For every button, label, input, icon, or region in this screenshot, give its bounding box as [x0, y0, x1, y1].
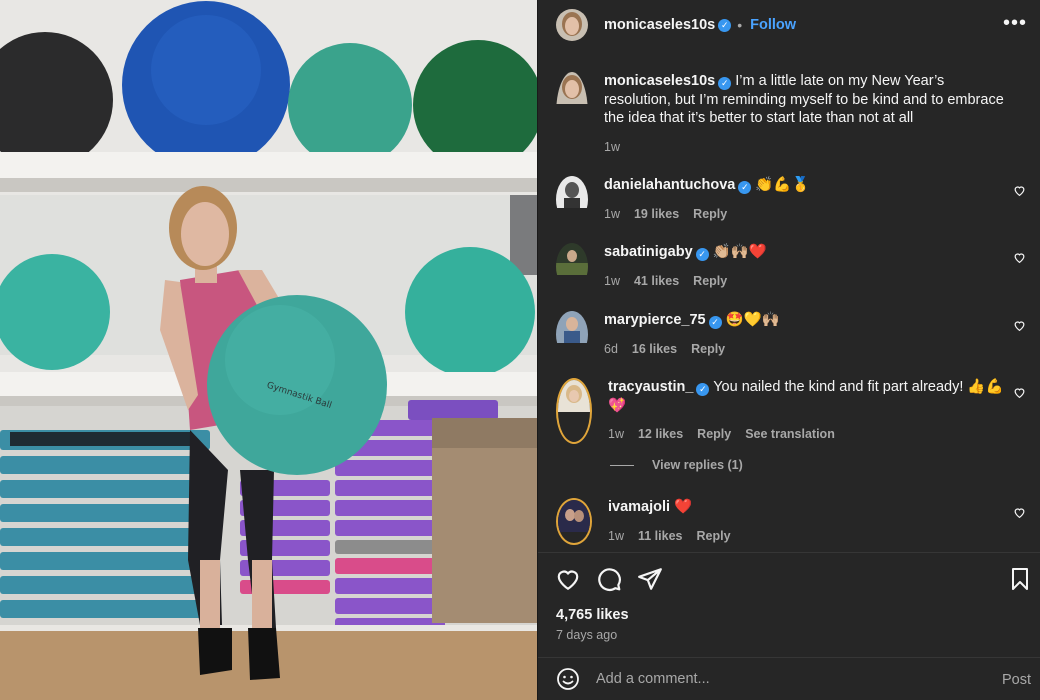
post-caption: monicaseles10s ✓ I’m a little late on my … — [556, 72, 1026, 156]
view-replies-label: View replies (1) — [652, 458, 743, 472]
heart-icon[interactable] — [555, 566, 581, 592]
comment-time: 1w — [608, 427, 624, 441]
commenter-avatar[interactable] — [556, 243, 588, 290]
reply-button[interactable]: Reply — [696, 527, 730, 546]
post-actions — [538, 552, 1040, 602]
comment-text: ❤️ — [674, 499, 693, 515]
comment-likes[interactable]: 16 likes — [632, 340, 677, 359]
verified-badge-icon: ✓ — [718, 18, 732, 32]
comment-time: 6d — [604, 341, 618, 356]
comment-username[interactable]: danielahantuchova — [604, 177, 735, 193]
separator-dot: • — [737, 17, 743, 33]
comment-like-heart-icon[interactable] — [1013, 184, 1026, 197]
commenter-avatar[interactable] — [556, 176, 588, 223]
comment-like-heart-icon[interactable] — [1013, 319, 1026, 332]
verified-badge-icon: ✓ — [696, 383, 710, 396]
reply-button[interactable]: Reply — [693, 272, 727, 291]
comment-like-heart-icon[interactable] — [1013, 386, 1026, 399]
verified-badge-icon: ✓ — [708, 316, 722, 329]
comment-item: ivamajoli ❤️ 1w 11 likes Reply — [556, 498, 1026, 545]
like-count[interactable]: 4,765 likes — [556, 607, 629, 623]
replies-divider — [610, 464, 634, 466]
caption-time: 1w — [604, 139, 620, 154]
comment-time: 1w — [608, 528, 624, 543]
bookmark-icon[interactable] — [1008, 566, 1032, 592]
post-comment-button[interactable]: Post — [1002, 672, 1031, 688]
comment-likes[interactable]: 12 likes — [638, 425, 683, 444]
comment-username[interactable]: sabatinigaby — [604, 244, 693, 260]
comment-text: 👏💪🥇 — [755, 177, 810, 193]
share-icon[interactable] — [637, 566, 663, 592]
commenter-avatar[interactable] — [556, 498, 592, 545]
comment-item: marypierce_75 ✓ 🤩💛🙌🏼 6d 16 likes Reply — [556, 311, 1026, 358]
verified-badge-icon: ✓ — [695, 248, 709, 261]
post-panel: monicaseles10s ✓ • Follow ••• monicasele… — [537, 0, 1040, 700]
commenter-avatar[interactable] — [556, 311, 588, 358]
post-photo[interactable]: Gymnastik Ball — [0, 0, 537, 700]
see-translation-link[interactable]: See translation — [745, 425, 835, 444]
more-options-icon[interactable]: ••• — [1003, 12, 1027, 35]
reply-button[interactable]: Reply — [693, 205, 727, 224]
author-username[interactable]: monicaseles10s — [604, 17, 715, 33]
verified-badge-icon: ✓ — [738, 181, 752, 194]
comment-username[interactable]: tracyaustin_ — [608, 379, 693, 395]
comment-text: 🤩💛🙌🏼 — [725, 312, 780, 328]
comment-time: 1w — [604, 273, 620, 288]
comment-text: 👏🏼🙌🏼❤️ — [712, 244, 767, 260]
caption-avatar[interactable] — [556, 72, 588, 156]
comment-item: danielahantuchova ✓ 👏💪🥇 1w 19 likes Reply — [556, 176, 1026, 223]
author-avatar[interactable] — [556, 9, 588, 41]
comment-username[interactable]: marypierce_75 — [604, 312, 706, 328]
post-timestamp: 7 days ago — [556, 628, 618, 642]
comment-input[interactable] — [596, 671, 976, 687]
follow-button[interactable]: Follow — [750, 17, 796, 33]
comment-item: tracyaustin_ ✓ You nailed the kind and fi… — [556, 378, 1026, 444]
comment-likes[interactable]: 19 likes — [634, 205, 679, 224]
comment-icon[interactable] — [596, 566, 622, 592]
comment-likes[interactable]: 41 likes — [634, 272, 679, 291]
photo-woman-with-exercise-ball: Gymnastik Ball — [0, 0, 537, 700]
comment-time: 1w — [604, 206, 620, 221]
emoji-icon[interactable] — [556, 667, 580, 691]
view-replies-button[interactable]: View replies (1) — [610, 458, 743, 472]
comment-item: sabatinigaby ✓ 👏🏼🙌🏼❤️ 1w 41 likes Reply — [556, 243, 1026, 290]
add-comment-bar: Post — [538, 657, 1040, 700]
reply-button[interactable]: Reply — [691, 340, 725, 359]
comment-like-heart-icon[interactable] — [1013, 251, 1026, 264]
caption-username[interactable]: monicaseles10s — [604, 73, 715, 89]
comment-username[interactable]: ivamajoli — [608, 499, 670, 515]
comment-likes[interactable]: 11 likes — [638, 527, 683, 546]
comment-like-heart-icon[interactable] — [1013, 506, 1026, 519]
post-header: monicaseles10s ✓ • Follow ••• — [538, 0, 1040, 50]
verified-badge-icon: ✓ — [718, 77, 732, 90]
reply-button[interactable]: Reply — [697, 425, 731, 444]
commenter-avatar[interactable] — [556, 378, 592, 444]
